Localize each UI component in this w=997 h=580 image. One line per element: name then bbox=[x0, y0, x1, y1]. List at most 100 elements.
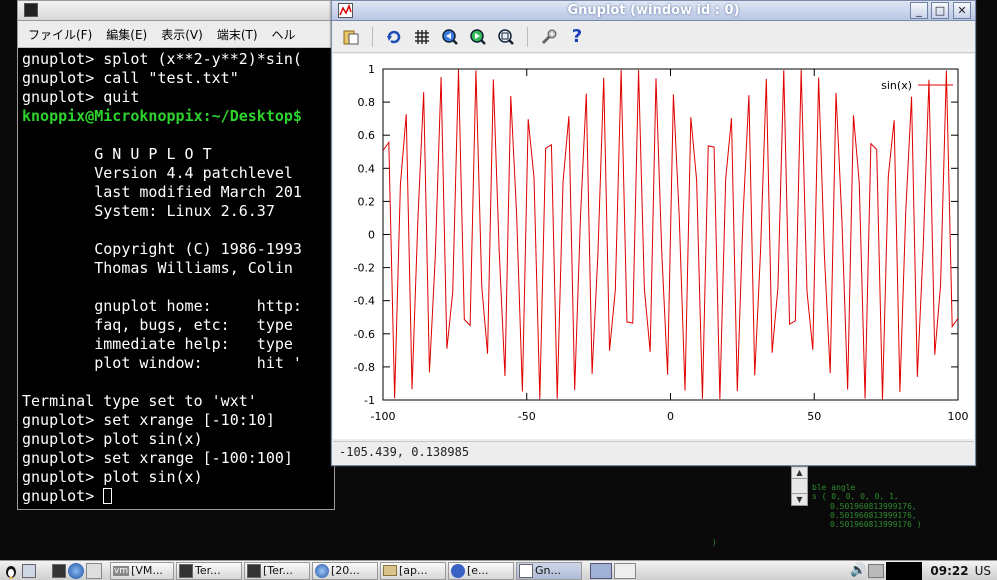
start-menu-icon[interactable] bbox=[2, 562, 20, 580]
help-icon[interactable]: ? bbox=[566, 26, 588, 48]
terminal-icon bbox=[247, 563, 261, 578]
desktop-note-6: ) bbox=[712, 538, 717, 547]
task-gnuplot[interactable]: Gn... bbox=[516, 561, 582, 580]
status-bar: -105.439, 0.138985 bbox=[333, 441, 974, 464]
launcher-browser-icon[interactable] bbox=[68, 562, 84, 579]
terminal-line: Terminal type set to 'wxt' bbox=[22, 392, 257, 410]
terminal-line: Version 4.4 patchlevel bbox=[22, 164, 293, 182]
toolbar-separator bbox=[372, 26, 373, 47]
network-icon[interactable] bbox=[868, 563, 885, 578]
gnuplot-toolbar: ? bbox=[332, 21, 975, 53]
replot-icon[interactable] bbox=[383, 26, 405, 48]
y-tick-label: -0.2 bbox=[354, 262, 375, 275]
task-terminal-2[interactable]: [Ter... bbox=[244, 561, 310, 580]
terminal-window-icon[interactable] bbox=[24, 3, 38, 17]
menu-terminal[interactable]: 端末(T) bbox=[217, 26, 258, 43]
volume-icon[interactable]: 🔊 bbox=[850, 563, 866, 578]
toolbar-separator bbox=[527, 26, 528, 47]
folder-icon bbox=[383, 565, 397, 576]
terminal-line: last modified March 201 bbox=[22, 183, 302, 201]
keyboard-layout[interactable]: US bbox=[975, 564, 991, 578]
taskbar: vm [VM... Ter... [Ter... [20... [ap... [e… bbox=[0, 560, 997, 580]
terminal-output[interactable]: gnuplot> splot (x**2-y**2)*sin(gnuplot> … bbox=[18, 48, 334, 508]
terminal-line: gnuplot> plot sin(x) bbox=[22, 430, 203, 448]
task-vm[interactable]: vm [VM... bbox=[110, 561, 174, 580]
vm-icon: vm bbox=[113, 565, 130, 576]
text-cursor bbox=[103, 488, 113, 504]
maximize-button[interactable]: □ bbox=[931, 2, 949, 19]
terminal-line: Copyright (C) 1986-1993 bbox=[22, 240, 302, 258]
workspace-pager[interactable] bbox=[590, 562, 612, 579]
y-tick-label: 0.4 bbox=[358, 162, 376, 175]
menu-help[interactable]: ヘル bbox=[272, 26, 296, 43]
desktop-note-5: 0.501960813999176 ) bbox=[830, 520, 922, 529]
terminal-line: gnuplot> splot (x**2-y**2)*sin( bbox=[22, 50, 302, 68]
x-tick-label: 100 bbox=[948, 410, 969, 423]
terminal-line: gnuplot> set xrange [-100:100] bbox=[22, 449, 293, 467]
zoom-previous-icon[interactable] bbox=[439, 26, 461, 48]
close-button[interactable]: ✕ bbox=[953, 2, 971, 19]
workspace-pager-2[interactable] bbox=[614, 562, 636, 579]
editor-icon bbox=[451, 563, 465, 578]
tray-dark-area bbox=[886, 561, 923, 580]
minimize-button[interactable]: _ bbox=[910, 2, 928, 19]
cursor-coordinates: -105.439, 0.138985 bbox=[339, 445, 470, 459]
y-tick-label: 0 bbox=[368, 229, 375, 242]
terminal-line: immediate help: type bbox=[22, 335, 293, 353]
y-tick-label: 1 bbox=[368, 63, 375, 76]
terminal-line: gnuplot> call "test.txt" bbox=[22, 69, 239, 87]
zoom-next-icon[interactable] bbox=[467, 26, 489, 48]
y-tick-label: -0.6 bbox=[354, 328, 375, 341]
series-line-sin bbox=[383, 69, 958, 400]
desktop-note-2: s ( 0, 0, 0, 0, 1, bbox=[812, 492, 899, 501]
gnuplot-icon bbox=[519, 563, 533, 578]
menu-edit[interactable]: 編集(E) bbox=[106, 26, 147, 43]
x-tick-label: -100 bbox=[371, 410, 396, 423]
gnuplot-titlebar[interactable]: Gnuplot (window id : 0) _ □ ✕ bbox=[332, 1, 975, 21]
task-browser[interactable]: [20... bbox=[312, 561, 378, 580]
legend-label: sin(x) bbox=[881, 79, 912, 92]
copy-clipboard-icon[interactable] bbox=[340, 26, 362, 48]
terminal-line: System: Linux 2.6.37 bbox=[22, 202, 275, 220]
x-tick-label: 50 bbox=[807, 410, 821, 423]
task-terminal-1[interactable]: Ter... bbox=[176, 561, 242, 580]
sin-chart[interactable]: 1 0.8 0.6 0.4 0.2 0 -0.2 -0.4 -0.6 -0.8 -1 -100 -50 0… bbox=[333, 54, 974, 439]
grid-icon[interactable] bbox=[411, 26, 433, 48]
terminal-icon bbox=[179, 563, 193, 578]
clock[interactable]: 09:22 bbox=[930, 564, 968, 578]
y-tick-label: 0.8 bbox=[358, 96, 376, 109]
prompt-text: gnuplot> bbox=[22, 487, 104, 505]
y-tick-label: -0.4 bbox=[354, 295, 375, 308]
terminal-prompt[interactable]: gnuplot> bbox=[22, 487, 330, 506]
menu-view[interactable]: 表示(V) bbox=[161, 26, 203, 43]
background-window-scrollbar[interactable]: ▲ ▼ bbox=[791, 466, 808, 506]
gnuplot-window[interactable]: Gnuplot (window id : 0) _ □ ✕ ? 1 0.8 0.6 0… bbox=[331, 0, 976, 466]
gnuplot-window-title: Gnuplot (window id : 0) bbox=[567, 3, 740, 18]
desktop-note-3: 0.501960813999176, bbox=[830, 502, 917, 511]
terminal-line: gnuplot> set xrange [-10:10] bbox=[22, 411, 275, 429]
globe-icon bbox=[315, 563, 329, 578]
terminal-line: gnuplot> quit bbox=[22, 88, 140, 106]
terminal-line: plot window: hit ' bbox=[22, 354, 302, 372]
task-editor[interactable]: [e... bbox=[448, 561, 514, 580]
terminal-line: faq, bugs, etc: type bbox=[22, 316, 293, 334]
y-tick-label: 0.2 bbox=[358, 195, 376, 208]
launcher-misc-icon[interactable] bbox=[86, 562, 102, 579]
menu-file[interactable]: ファイル(F) bbox=[28, 26, 92, 43]
autoscale-icon[interactable] bbox=[495, 26, 517, 48]
launcher-terminal-icon[interactable] bbox=[52, 563, 66, 578]
terminal-window[interactable]: ファイル(F) 編集(E) 表示(V) 端末(T) ヘル gnuplot> sp… bbox=[17, 0, 335, 510]
desktop-note-4: 0.501960813999176, bbox=[830, 511, 917, 520]
desktop-note-1: ble angle bbox=[812, 483, 856, 492]
task-folder[interactable]: [ap... bbox=[380, 561, 446, 580]
show-desktop-icon[interactable] bbox=[22, 563, 36, 578]
plot-area[interactable]: 1 0.8 0.6 0.4 0.2 0 -0.2 -0.4 -0.6 -0.8 -1 -100 -50 0… bbox=[333, 54, 974, 439]
terminal-line: G N U P L O T bbox=[22, 145, 212, 163]
terminal-titlebar[interactable] bbox=[18, 1, 334, 21]
terminal-line: gnuplot> plot sin(x) bbox=[22, 468, 203, 486]
config-icon[interactable] bbox=[538, 26, 560, 48]
